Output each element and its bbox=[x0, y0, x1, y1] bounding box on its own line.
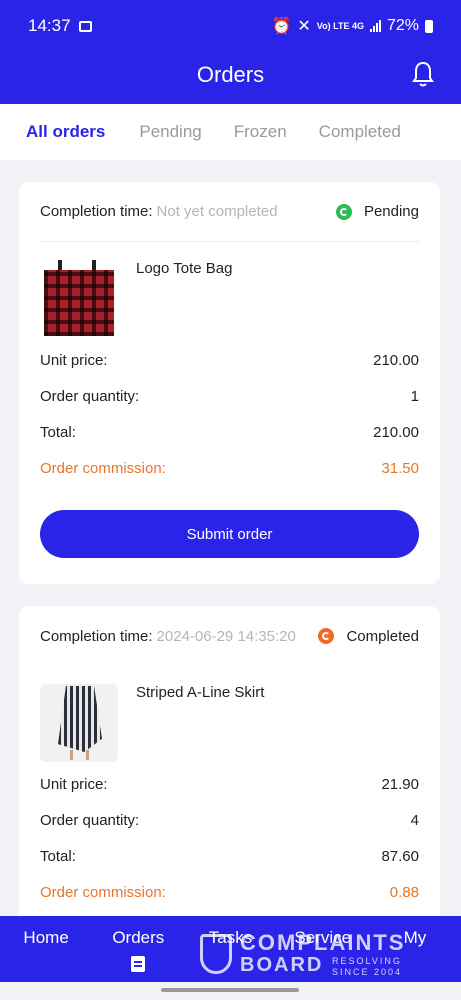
total-row: Total: 210.00 bbox=[40, 414, 419, 450]
product-info: Striped A-Line Skirt bbox=[40, 666, 419, 766]
order-card-header: Completion time: Not yet completed Pendi… bbox=[40, 182, 419, 242]
nav-tasks-label: Tasks bbox=[208, 928, 253, 947]
order-card: Completion time: Not yet completed Pendi… bbox=[19, 182, 440, 584]
network-label: Vo) LTE 4G bbox=[316, 20, 364, 31]
total-row: Total: 87.60 bbox=[40, 838, 419, 874]
order-status: Completed bbox=[318, 628, 419, 645]
commission-row: Order commission: 31.50 bbox=[40, 450, 419, 486]
status-icons: ⏰ ✕ Vo) LTE 4G 72% bbox=[271, 16, 433, 36]
unit-price-row: Unit price: 210.00 bbox=[40, 342, 419, 378]
product-name: Striped A-Line Skirt bbox=[136, 684, 265, 701]
commission-label: Order commission: bbox=[40, 883, 166, 901]
gesture-bar bbox=[0, 982, 461, 1000]
tab-all-orders[interactable]: All orders bbox=[26, 122, 105, 142]
pending-status-icon bbox=[335, 203, 352, 220]
quantity-label: Order quantity: bbox=[40, 811, 140, 829]
order-status-label: Pending bbox=[363, 203, 419, 220]
alarm-icon: ⏰ bbox=[271, 18, 292, 35]
app-header: Orders bbox=[0, 52, 461, 104]
order-status: Pending bbox=[335, 203, 419, 220]
product-name: Logo Tote Bag bbox=[136, 260, 233, 277]
clipboard-icon bbox=[131, 956, 146, 972]
bell-icon[interactable] bbox=[411, 60, 435, 88]
tab-pending[interactable]: Pending bbox=[139, 122, 201, 142]
product-image bbox=[40, 260, 118, 338]
quantity-label: Order quantity: bbox=[40, 387, 140, 405]
nav-my[interactable]: My bbox=[369, 916, 461, 982]
nav-orders[interactable]: Orders bbox=[92, 916, 184, 982]
gallery-icon bbox=[78, 20, 92, 32]
order-tabs: All orders Pending Frozen Completed bbox=[0, 104, 461, 160]
battery-icon bbox=[425, 19, 433, 33]
nav-service-label: Service bbox=[294, 928, 352, 947]
completed-status-icon bbox=[318, 628, 335, 644]
quantity-row: Order quantity: 4 bbox=[40, 802, 419, 838]
nav-my-label: My bbox=[403, 928, 427, 947]
total-label: Total: bbox=[40, 423, 76, 441]
nav-home-label: Home bbox=[23, 928, 69, 947]
commission-label: Order commission: bbox=[40, 459, 166, 477]
battery-percent: 72% bbox=[386, 17, 419, 34]
completion-time-value: Not yet completed bbox=[156, 203, 278, 220]
total-label: Total: bbox=[40, 847, 76, 865]
completion-time-value: 2024-06-29 14:35:20 bbox=[156, 627, 296, 645]
tab-completed[interactable]: Completed bbox=[319, 122, 401, 142]
quantity-value: 1 bbox=[410, 387, 419, 405]
status-bar: 14:37 ⏰ ✕ Vo) LTE 4G 72% bbox=[0, 0, 461, 52]
unit-price-label: Unit price: bbox=[40, 775, 108, 793]
commission-value: 31.50 bbox=[381, 459, 419, 477]
mute-icon: ✕ bbox=[297, 18, 311, 35]
order-status-label: Completed bbox=[346, 627, 419, 645]
total-value: 87.60 bbox=[381, 847, 419, 865]
bottom-nav: Home Orders Tasks Service My bbox=[0, 916, 461, 982]
nav-tasks[interactable]: Tasks bbox=[184, 916, 276, 982]
unit-price-label: Unit price: bbox=[40, 351, 108, 369]
order-card: Completion time: 2024-06-29 14:35:20 Com… bbox=[19, 606, 440, 926]
quantity-row: Order quantity: 1 bbox=[40, 378, 419, 414]
commission-value: 0.88 bbox=[389, 883, 419, 901]
unit-price-value: 21.90 bbox=[381, 775, 419, 793]
nav-service[interactable]: Service bbox=[277, 916, 369, 982]
product-info: Logo Tote Bag bbox=[40, 242, 419, 342]
unit-price-row: Unit price: 21.90 bbox=[40, 766, 419, 802]
nav-orders-label: Orders bbox=[112, 928, 165, 947]
nav-home[interactable]: Home bbox=[0, 916, 92, 982]
tab-frozen[interactable]: Frozen bbox=[234, 122, 287, 142]
submit-order-button[interactable]: Submit order bbox=[40, 510, 419, 558]
page-title: Orders bbox=[196, 62, 265, 87]
signal-icon bbox=[369, 20, 381, 32]
quantity-value: 4 bbox=[410, 811, 419, 829]
unit-price-value: 210.00 bbox=[373, 351, 419, 369]
completion-time-label: Completion time: bbox=[40, 203, 153, 220]
commission-row: Order commission: 0.88 bbox=[40, 874, 419, 910]
product-image bbox=[40, 684, 118, 762]
status-time-group: 14:37 bbox=[28, 16, 92, 36]
status-time: 14:37 bbox=[28, 16, 71, 35]
completion-time-label: Completion time: bbox=[40, 627, 153, 645]
home-indicator[interactable] bbox=[161, 988, 299, 992]
order-card-header: Completion time: 2024-06-29 14:35:20 Com… bbox=[40, 606, 419, 666]
total-value: 210.00 bbox=[373, 423, 419, 441]
